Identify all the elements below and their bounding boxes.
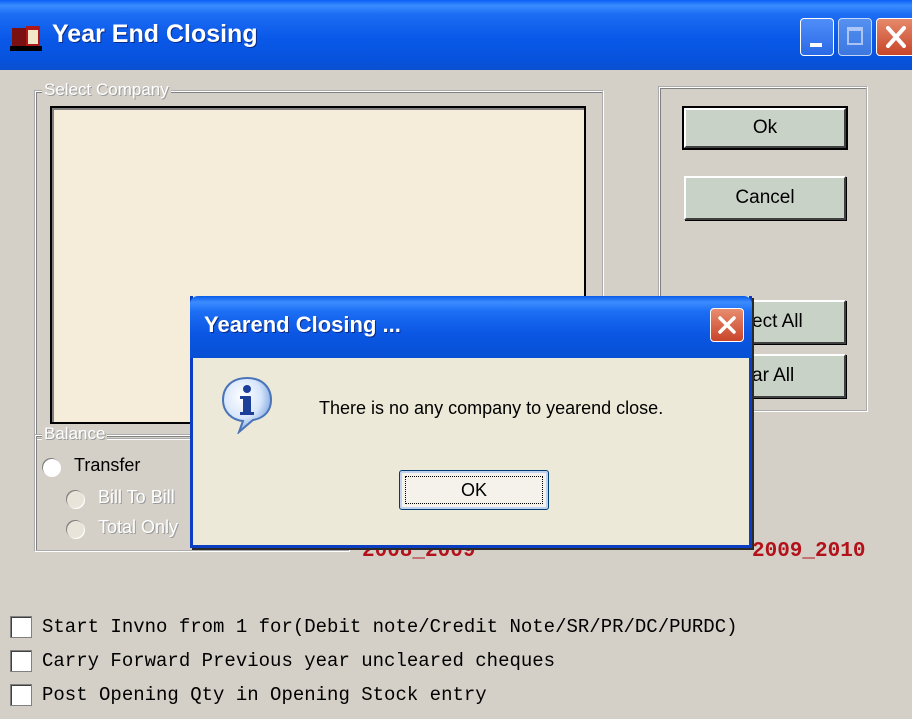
- dialog-title: Yearend Closing ...: [204, 312, 401, 337]
- minimize-icon: [810, 43, 822, 47]
- bill-to-bill-radio[interactable]: [66, 490, 84, 508]
- cancel-button-label: Cancel: [735, 187, 795, 208]
- total-only-radio[interactable]: [66, 520, 84, 538]
- transfer-radio[interactable]: [42, 458, 60, 476]
- close-button[interactable]: [876, 18, 912, 56]
- close-icon: [886, 26, 906, 48]
- carry-forward-label: Carry Forward Previous year uncleared ch…: [42, 650, 556, 672]
- total-only-label: Total Only: [98, 517, 179, 537]
- cancel-button[interactable]: Cancel: [684, 176, 846, 220]
- dialog-title-bar[interactable]: Yearend Closing ...: [190, 296, 752, 358]
- post-opening-qty-label: Post Opening Qty in Opening Stock entry: [42, 684, 487, 706]
- title-bar[interactable]: Year End Closing: [0, 0, 912, 70]
- start-invno-label: Start Invno from 1 for(Debit note/Credit…: [42, 616, 738, 638]
- year-end-closing-window: Year End Closing Select Company Ok Cance…: [0, 0, 912, 719]
- select-all-button-label: ect All: [752, 311, 803, 332]
- carry-forward-checkbox[interactable]: [10, 650, 32, 672]
- app-book-icon: [10, 26, 42, 51]
- dialog-close-button[interactable]: [710, 308, 744, 342]
- transfer-label: Transfer: [74, 455, 141, 475]
- info-icon: [221, 376, 273, 434]
- focus-rectangle: [405, 476, 543, 504]
- balance-legend: Balance: [42, 424, 108, 444]
- clear-all-button-label: ar All: [752, 365, 795, 386]
- ok-button[interactable]: Ok: [682, 106, 848, 150]
- start-invno-checkbox[interactable]: [10, 616, 32, 638]
- post-opening-qty-checkbox[interactable]: [10, 684, 32, 706]
- dialog-message: There is no any company to yearend close…: [319, 398, 664, 418]
- dialog-ok-button[interactable]: OK: [399, 470, 549, 510]
- maximize-icon: [847, 27, 863, 45]
- year-to-label: 2009_2010: [752, 540, 866, 563]
- close-icon: [718, 316, 736, 334]
- minimize-button[interactable]: [800, 18, 834, 56]
- maximize-button[interactable]: [838, 18, 872, 56]
- select-company-legend: Select Company: [42, 80, 171, 100]
- yearend-closing-dialog: Yearend Closing ... There is no any comp…: [190, 296, 752, 548]
- bill-to-bill-label: Bill To Bill: [98, 487, 175, 507]
- ok-button-label: Ok: [752, 117, 778, 138]
- window-title: Year End Closing: [52, 20, 258, 48]
